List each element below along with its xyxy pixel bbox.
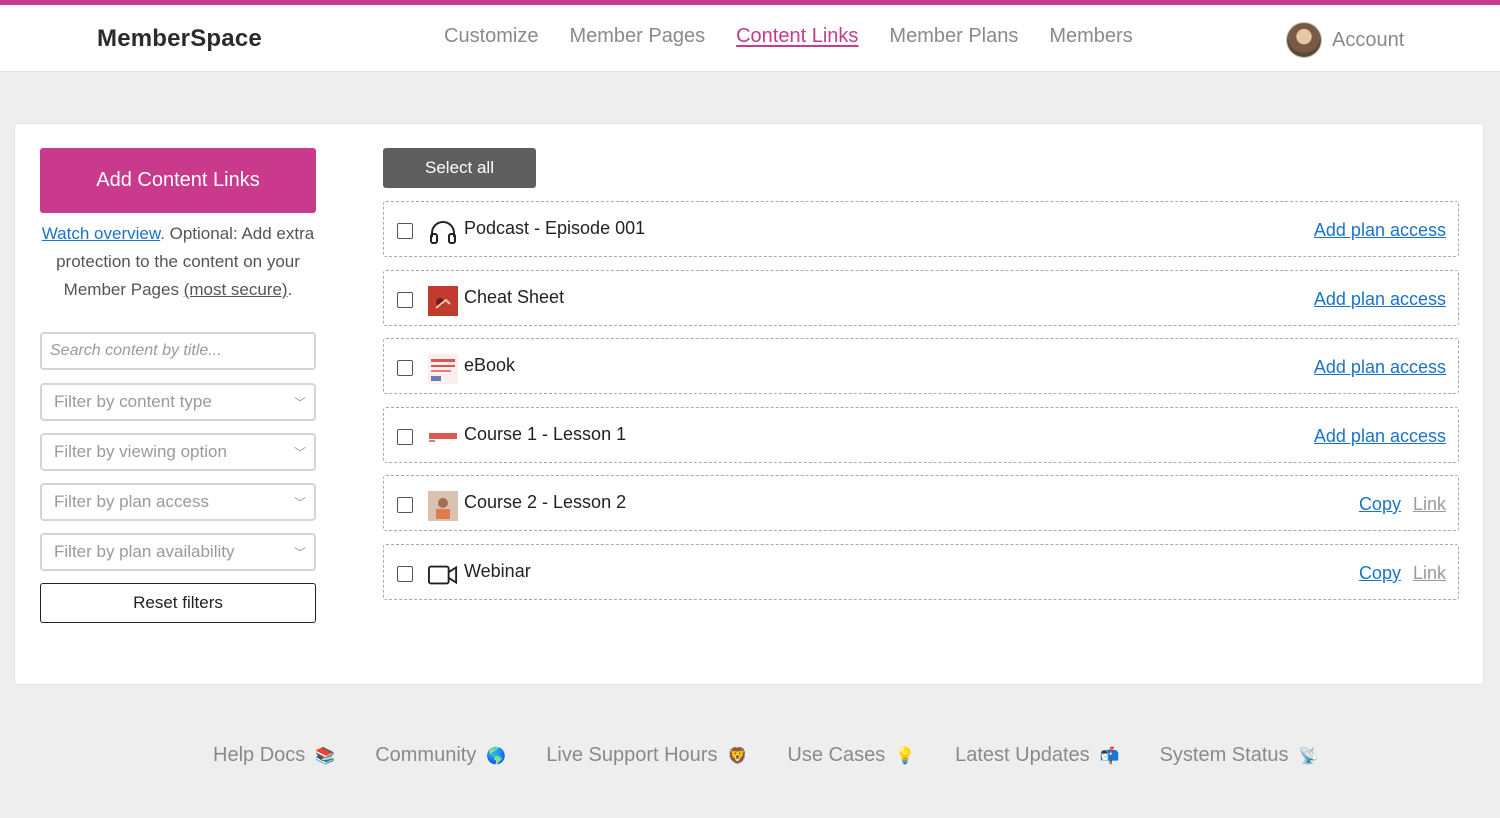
add-plan-access-link[interactable]: Add plan access bbox=[1314, 220, 1446, 241]
nav-members[interactable]: Members bbox=[1049, 25, 1132, 48]
filter-label: Filter by content type bbox=[54, 392, 212, 411]
item-title: Webinar bbox=[464, 561, 531, 581]
row-checkbox[interactable] bbox=[397, 566, 413, 582]
nav-customize[interactable]: Customize bbox=[444, 25, 538, 48]
footer-label: Live Support Hours bbox=[546, 744, 718, 766]
avatar bbox=[1286, 22, 1322, 58]
add-content-links-button[interactable]: Add Content Links bbox=[40, 148, 316, 213]
row-checkbox[interactable] bbox=[397, 223, 413, 239]
copy-button[interactable]: Copy bbox=[1359, 563, 1401, 584]
description-end: . bbox=[287, 280, 293, 299]
nav-content-links[interactable]: Content Links bbox=[736, 25, 858, 48]
item-title: Cheat Sheet bbox=[464, 287, 565, 307]
filter-plan-access-select[interactable]: Filter by plan access ﹀ bbox=[40, 483, 316, 521]
chevron-down-icon: ﹀ bbox=[293, 446, 306, 460]
description: Watch overview. Optional: Add extra prot… bbox=[36, 220, 320, 304]
filter-viewing-option-select[interactable]: Filter by viewing option ﹀ bbox=[40, 433, 316, 471]
link-button[interactable]: Link bbox=[1413, 563, 1446, 584]
copy-button[interactable]: Copy bbox=[1359, 494, 1401, 515]
item-title: Course 2 - Lesson 2 bbox=[464, 492, 627, 512]
satellite-icon: 📡 bbox=[1298, 746, 1319, 765]
footer-label: System Status bbox=[1159, 744, 1289, 766]
footer-label: Latest Updates bbox=[955, 744, 1090, 766]
nav-member-pages[interactable]: Member Pages bbox=[569, 25, 705, 48]
mailbox-icon: 📬 bbox=[1099, 746, 1120, 765]
ebook-thumbnail bbox=[428, 354, 458, 384]
row-checkbox[interactable] bbox=[397, 429, 413, 445]
filter-plan-availability-select[interactable]: Filter by plan availability ﹀ bbox=[40, 533, 316, 571]
account-label: Account bbox=[1332, 28, 1405, 51]
memberspace-logo[interactable]: MemberSpace bbox=[97, 25, 262, 53]
list-item: Webinar Copy Link bbox=[383, 544, 1459, 600]
add-plan-access-link[interactable]: Add plan access bbox=[1314, 289, 1446, 310]
header: MemberSpace Customize Member Pages Conte… bbox=[0, 5, 1500, 72]
lightbulb-icon: 💡 bbox=[895, 746, 916, 765]
account-menu[interactable]: Account bbox=[1286, 22, 1404, 58]
list-item: Course 2 - Lesson 2 Copy Link bbox=[383, 475, 1459, 531]
item-title: Course 1 - Lesson 1 bbox=[464, 424, 627, 444]
row-checkbox[interactable] bbox=[397, 497, 413, 513]
filter-content-type-select[interactable]: Filter by content type ﹀ bbox=[40, 383, 316, 421]
nav-member-plans[interactable]: Member Plans bbox=[889, 25, 1018, 48]
list-item: Course 1 - Lesson 1 Add plan access bbox=[383, 407, 1459, 463]
add-plan-access-link[interactable]: Add plan access bbox=[1314, 426, 1446, 447]
video-camera-icon bbox=[428, 560, 458, 590]
chevron-down-icon: ﹀ bbox=[293, 396, 306, 410]
lion-icon: 🦁 bbox=[727, 746, 748, 765]
filter-label: Filter by viewing option bbox=[54, 442, 227, 461]
list-item: Podcast - Episode 001 Add plan access bbox=[383, 201, 1459, 257]
books-icon: 📚 bbox=[315, 746, 336, 765]
cheat-sheet-thumbnail bbox=[428, 286, 458, 316]
footer-label: Community bbox=[375, 744, 477, 766]
add-plan-access-link[interactable]: Add plan access bbox=[1314, 357, 1446, 378]
row-checkbox[interactable] bbox=[397, 360, 413, 376]
most-secure-link[interactable]: (most secure) bbox=[184, 280, 288, 299]
footer-label: Help Docs bbox=[213, 744, 306, 766]
reset-filters-button[interactable]: Reset filters bbox=[40, 583, 316, 623]
footer-community[interactable]: Community 🌎 bbox=[375, 744, 506, 767]
footer-help-docs[interactable]: Help Docs 📚 bbox=[213, 744, 335, 767]
copy-link-group: Copy Link bbox=[1359, 494, 1446, 515]
link-button[interactable]: Link bbox=[1413, 494, 1446, 515]
footer-latest-updates[interactable]: Latest Updates 📬 bbox=[955, 744, 1119, 767]
globe-icon: 🌎 bbox=[486, 746, 507, 765]
main-nav: Customize Member Pages Content Links Mem… bbox=[444, 25, 1133, 48]
footer-system-status[interactable]: System Status 📡 bbox=[1160, 744, 1319, 767]
course-2-thumbnail bbox=[428, 491, 458, 521]
select-all-button[interactable]: Select all bbox=[383, 148, 536, 188]
chevron-down-icon: ﹀ bbox=[293, 546, 306, 560]
footer-live-support-hours[interactable]: Live Support Hours 🦁 bbox=[546, 744, 747, 767]
chevron-down-icon: ﹀ bbox=[293, 496, 306, 510]
filter-label: Filter by plan access bbox=[54, 492, 209, 511]
item-title: eBook bbox=[464, 355, 516, 375]
footer-links: Help Docs 📚 Community 🌎 Live Support Hours… bbox=[213, 744, 1318, 767]
filter-label: Filter by plan availability bbox=[54, 542, 235, 561]
list-item: Cheat Sheet Add plan access bbox=[383, 270, 1459, 326]
row-checkbox[interactable] bbox=[397, 292, 413, 308]
headphones-icon bbox=[428, 217, 458, 247]
footer-use-cases[interactable]: Use Cases 💡 bbox=[787, 744, 915, 767]
search-input[interactable] bbox=[40, 332, 316, 370]
footer-label: Use Cases bbox=[787, 744, 886, 766]
list-item: eBook Add plan access bbox=[383, 338, 1459, 394]
copy-link-group: Copy Link bbox=[1359, 563, 1446, 584]
watch-overview-link[interactable]: Watch overview bbox=[42, 224, 160, 243]
item-title: Podcast - Episode 001 bbox=[464, 218, 646, 238]
course-1-thumbnail bbox=[428, 423, 458, 453]
